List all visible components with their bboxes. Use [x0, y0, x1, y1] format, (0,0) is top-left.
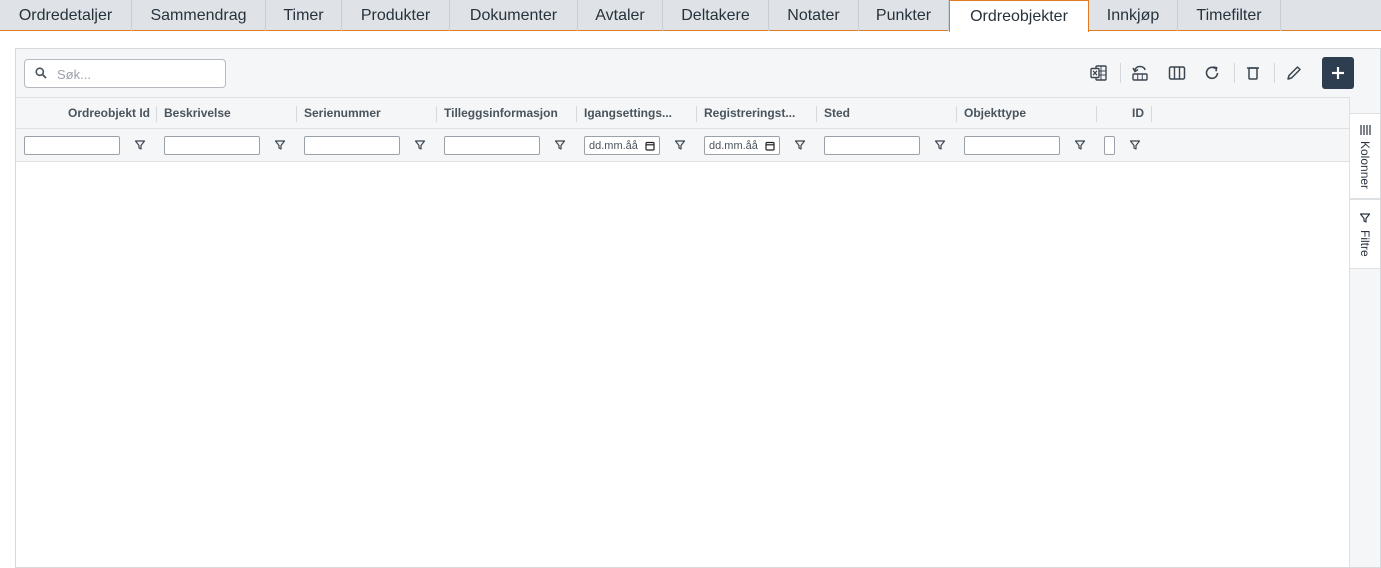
calendar-icon[interactable]	[765, 141, 775, 151]
filter-input-ordreobjekt-id[interactable]	[24, 136, 120, 155]
filter-input-serienummer[interactable]	[304, 136, 400, 155]
side-panel: Kolonner Filtre	[1349, 97, 1380, 567]
tab-bar: Ordredetaljer Sammendrag Timer Produkter…	[0, 0, 1381, 32]
refresh-icon	[1205, 66, 1219, 80]
column-separator	[156, 106, 157, 122]
filter-icon[interactable]	[934, 139, 946, 151]
filter-icon[interactable]	[274, 139, 286, 151]
tab-ordredetaljer[interactable]: Ordredetaljer	[0, 0, 132, 31]
column-header-serienummer[interactable]: Serienummer	[304, 98, 381, 128]
search-icon	[35, 67, 47, 79]
column-header-id[interactable]: ID	[1132, 98, 1144, 128]
date-placeholder: dd.mm.åå	[709, 139, 758, 152]
column-separator	[1151, 106, 1152, 122]
filter-input-id[interactable]	[1104, 136, 1115, 155]
column-header-beskrivelse[interactable]: Beskrivelse	[164, 98, 231, 128]
filter-input-sted[interactable]	[824, 136, 920, 155]
add-icon	[1332, 67, 1344, 79]
filter-icon[interactable]	[1129, 139, 1141, 151]
tab-avtaler[interactable]: Avtaler	[578, 0, 663, 31]
toolbar-separator	[1120, 63, 1121, 83]
filter-input-tilleggsinformasjon[interactable]	[444, 136, 540, 155]
column-header-tilleggsinformasjon[interactable]: Tilleggsinformasjon	[444, 98, 558, 128]
grid-toolbar	[16, 49, 1380, 97]
toolbar-separator	[1234, 63, 1235, 83]
columns-menu-icon	[1360, 125, 1371, 135]
filter-row: dd.mm.åå dd.mm.åå	[16, 129, 1349, 162]
data-grid: Ordreobjekt Id Beskrivelse Serienummer T…	[15, 48, 1381, 568]
filter-icon[interactable]	[414, 139, 426, 151]
filter-input-objekttype[interactable]	[964, 136, 1060, 155]
side-tab-filters[interactable]: Filtre	[1350, 199, 1380, 269]
filter-date-registreringstidspunkt[interactable]: dd.mm.åå	[704, 136, 780, 155]
column-header-igangsettingsdato[interactable]: Igangsettings...	[584, 98, 672, 128]
edit-button[interactable]	[1282, 61, 1306, 85]
side-tab-columns[interactable]: Kolonner	[1350, 113, 1380, 199]
column-separator	[956, 106, 957, 122]
filter-date-igangsettingsdato[interactable]: dd.mm.åå	[584, 136, 660, 155]
tab-innkjop[interactable]: Innkjøp	[1089, 0, 1178, 31]
search-box	[24, 59, 226, 88]
delete-button[interactable]	[1241, 61, 1265, 85]
tab-punkter[interactable]: Punkter	[859, 0, 949, 31]
grid-body	[16, 162, 1349, 567]
excel-export-button[interactable]	[1087, 61, 1111, 85]
side-tab-filters-label: Filtre	[1358, 230, 1372, 257]
undo-layout-button[interactable]	[1128, 61, 1152, 85]
tab-timefilter[interactable]: Timefilter	[1178, 0, 1281, 31]
add-button[interactable]	[1322, 57, 1354, 89]
tab-dokumenter[interactable]: Dokumenter	[450, 0, 578, 31]
column-header-row: Ordreobjekt Id Beskrivelse Serienummer T…	[16, 97, 1349, 129]
column-header-ordreobjekt-id[interactable]: Ordreobjekt Id	[68, 98, 150, 128]
column-separator	[576, 106, 577, 122]
tab-ordreobjekter[interactable]: Ordreobjekter	[949, 0, 1089, 32]
filter-icon[interactable]	[554, 139, 566, 151]
column-separator	[296, 106, 297, 122]
delete-icon	[1247, 67, 1259, 80]
calendar-icon[interactable]	[645, 141, 655, 151]
side-tab-columns-label: Kolonner	[1358, 141, 1372, 190]
tab-produkter[interactable]: Produkter	[342, 0, 450, 31]
column-separator	[816, 106, 817, 122]
column-header-objekttype[interactable]: Objekttype	[964, 98, 1026, 128]
refresh-button[interactable]	[1200, 61, 1224, 85]
columns-button[interactable]	[1165, 61, 1189, 85]
column-separator	[436, 106, 437, 122]
columns-icon	[1168, 66, 1186, 80]
filter-icon[interactable]	[134, 139, 146, 151]
column-separator	[696, 106, 697, 122]
filter-input-beskrivelse[interactable]	[164, 136, 260, 155]
tab-timer[interactable]: Timer	[266, 0, 342, 31]
search-input[interactable]	[55, 64, 219, 84]
filter-icon[interactable]	[1074, 139, 1086, 151]
filter-icon[interactable]	[794, 139, 806, 151]
excel-export-icon	[1090, 65, 1107, 81]
column-header-sted[interactable]: Sted	[824, 98, 850, 128]
tab-notater[interactable]: Notater	[769, 0, 859, 31]
date-placeholder: dd.mm.åå	[589, 139, 638, 152]
column-separator	[1096, 106, 1097, 122]
toolbar-separator	[1274, 63, 1275, 83]
column-header-registreringstidspunkt[interactable]: Registreringst...	[704, 98, 795, 128]
tab-deltakere[interactable]: Deltakere	[663, 0, 769, 31]
tab-sammendrag[interactable]: Sammendrag	[132, 0, 266, 31]
filter-icon[interactable]	[674, 139, 686, 151]
filter-icon	[1359, 213, 1371, 223]
edit-icon	[1287, 66, 1301, 80]
undo-layout-icon	[1132, 65, 1148, 81]
